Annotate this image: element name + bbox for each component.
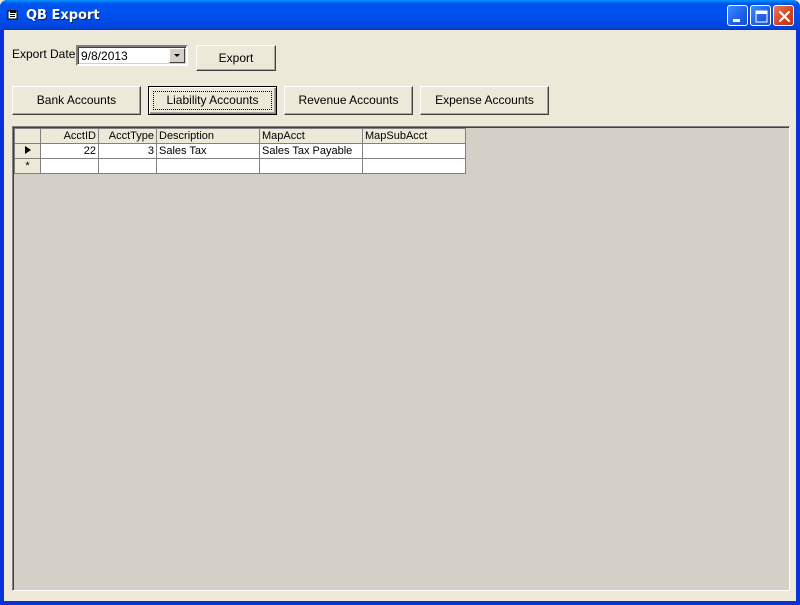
- new-cell-acctid[interactable]: [40, 158, 99, 174]
- client-area: Export Date 9/8/2013 Export Bank Account…: [4, 30, 796, 601]
- export-date-label: Export Date: [12, 47, 76, 61]
- focus-rect: [153, 91, 272, 110]
- row-pointer-icon: [24, 145, 31, 154]
- minimize-button[interactable]: [727, 5, 748, 26]
- revenue-accounts-label: Revenue Accounts: [298, 93, 399, 107]
- table-row[interactable]: 22 3 Sales Tax Sales Tax Payable: [14, 143, 466, 159]
- new-row-marker[interactable]: *: [14, 158, 41, 174]
- column-header-mapsubacct[interactable]: MapSubAcct: [362, 128, 466, 144]
- column-header-accttype[interactable]: AcctType: [98, 128, 157, 144]
- new-cell-mapsubacct[interactable]: [362, 158, 466, 174]
- minimize-icon: [733, 19, 740, 22]
- bank-accounts-label: Bank Accounts: [36, 93, 117, 107]
- accounts-table: AcctID AcctType Description MapAcct MapS…: [14, 128, 466, 174]
- export-date-value: 9/8/2013: [81, 49, 128, 63]
- chevron-down-icon[interactable]: [169, 48, 185, 63]
- expense-accounts-label: Expense Accounts: [435, 93, 534, 107]
- liability-accounts-button[interactable]: Liability Accounts: [148, 86, 277, 115]
- app-window: QB Export Export Date 9/8/2013 Export Ba…: [0, 0, 800, 605]
- accounts-datagrid[interactable]: AcctID AcctType Description MapAcct MapS…: [12, 126, 790, 591]
- export-button-label: Export: [218, 51, 254, 65]
- cell-mapacct[interactable]: Sales Tax Payable: [259, 143, 363, 159]
- app-icon: [7, 10, 18, 20]
- new-cell-accttype[interactable]: [98, 158, 157, 174]
- cell-mapsubacct[interactable]: [362, 143, 466, 159]
- cell-description[interactable]: Sales Tax: [156, 143, 260, 159]
- revenue-accounts-button[interactable]: Revenue Accounts: [284, 86, 413, 115]
- header-row: AcctID AcctType Description MapAcct MapS…: [14, 128, 466, 144]
- column-header-description[interactable]: Description: [156, 128, 260, 144]
- export-button[interactable]: Export: [196, 45, 276, 71]
- cell-acctid[interactable]: 22: [40, 143, 99, 159]
- bank-accounts-button[interactable]: Bank Accounts: [12, 86, 141, 115]
- cell-accttype[interactable]: 3: [98, 143, 157, 159]
- column-header-mapacct[interactable]: MapAcct: [259, 128, 363, 144]
- export-date-combo[interactable]: 9/8/2013: [76, 45, 188, 66]
- current-row-marker[interactable]: [14, 143, 41, 159]
- new-row[interactable]: *: [14, 158, 466, 174]
- corner-header[interactable]: [14, 128, 41, 144]
- window-title: QB Export: [26, 8, 100, 23]
- close-icon: [778, 10, 791, 23]
- title-bar[interactable]: QB Export: [0, 0, 800, 30]
- expense-accounts-button[interactable]: Expense Accounts: [420, 86, 549, 115]
- maximize-button[interactable]: [750, 5, 771, 26]
- close-button[interactable]: [773, 5, 794, 26]
- new-cell-description[interactable]: [156, 158, 260, 174]
- column-header-acctid[interactable]: AcctID: [40, 128, 99, 144]
- new-cell-mapacct[interactable]: [259, 158, 363, 174]
- maximize-icon: [755, 10, 768, 23]
